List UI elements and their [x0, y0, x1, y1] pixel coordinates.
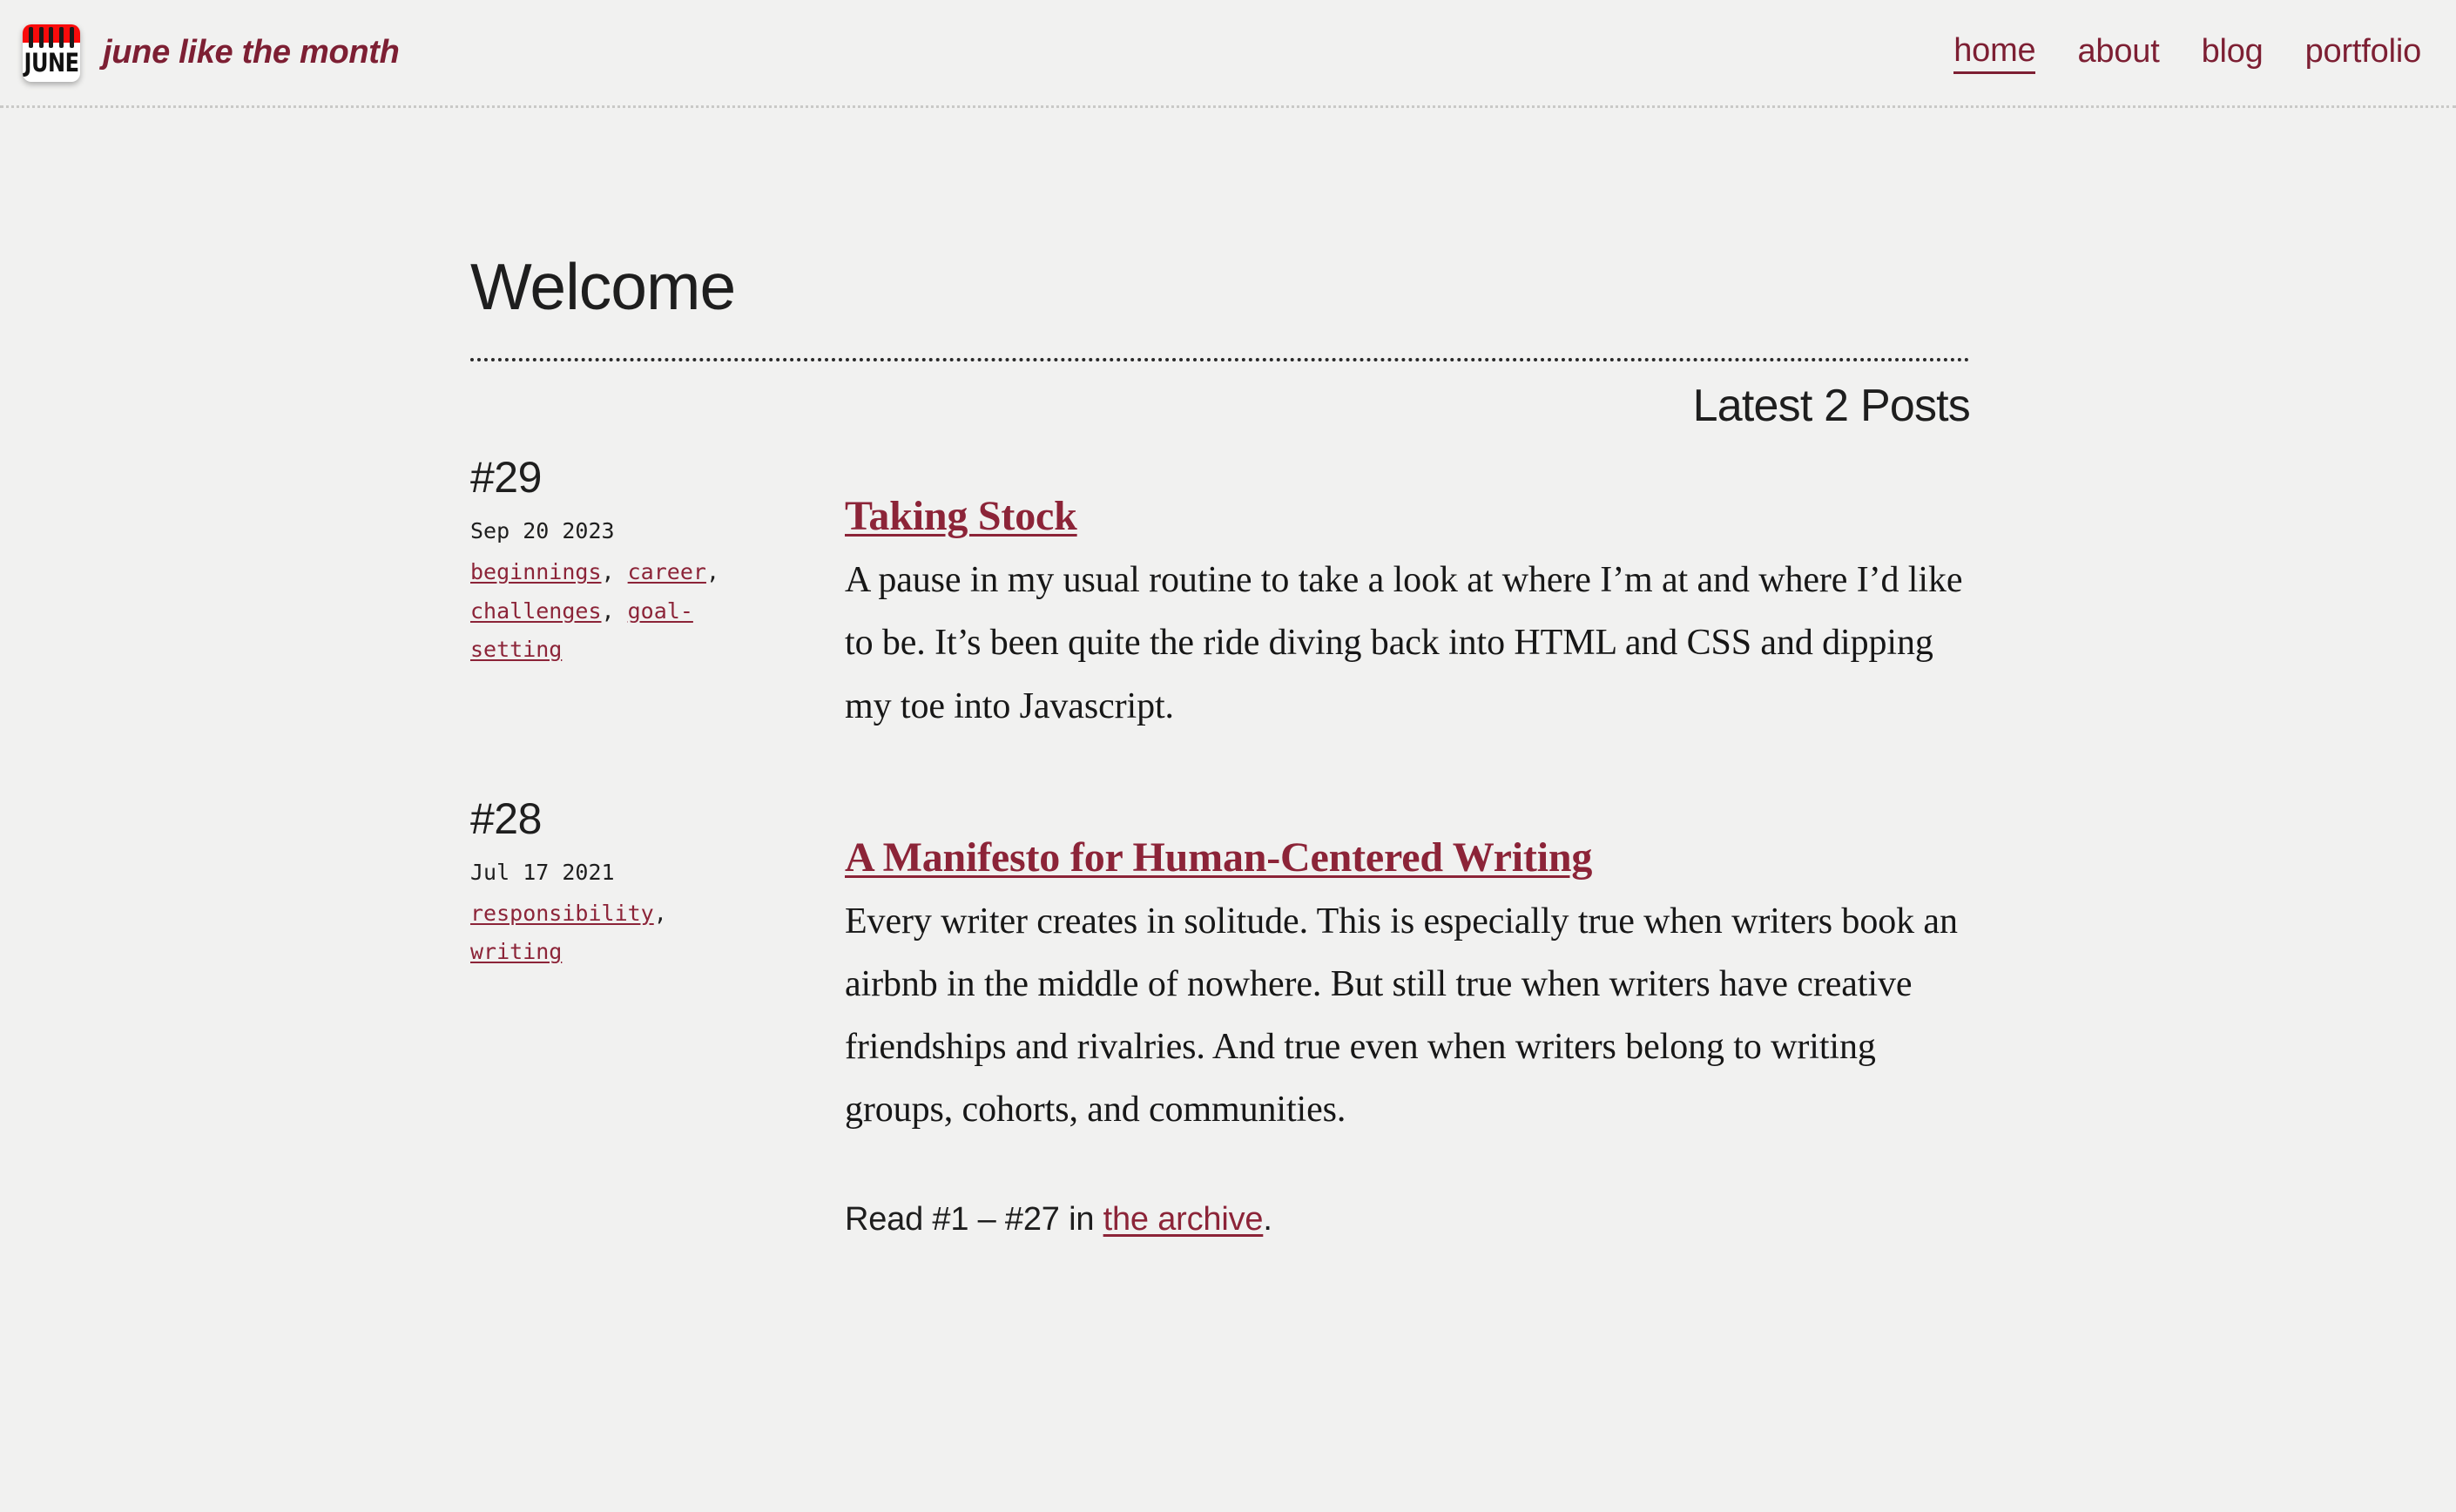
tag-link[interactable]: challenges [470, 598, 602, 624]
tag-separator: , [653, 900, 667, 926]
page-title: Welcome [470, 250, 736, 323]
site-header: JUNE june like the month home about blog… [0, 0, 2456, 108]
favicon-june-label: JUNE [24, 47, 79, 78]
brand-home-link[interactable]: JUNE june like the month [23, 24, 400, 82]
post-excerpt: A pause in my usual routine to take a lo… [845, 560, 1963, 726]
nav-item-about[interactable]: about [2077, 33, 2159, 72]
post-tags: responsibility, writing [470, 894, 758, 972]
nav-item-blog[interactable]: blog [2202, 33, 2264, 72]
latest-posts-heading: Latest 2 Posts [1692, 381, 1971, 431]
favicon-ring [70, 26, 75, 48]
archive-suffix: . [1263, 1200, 1272, 1238]
tag-separator: , [705, 559, 719, 585]
post-body: A Manifesto for Human-Centered Writing E… [845, 793, 1970, 1142]
post-meta: #29 Sep 20 2023 beginnings, career, chal… [470, 452, 845, 670]
post-tags: beginnings, career, challenges, goal-set… [470, 553, 758, 670]
post-title-link[interactable]: A Manifesto for Human-Centered Writing [845, 834, 1592, 881]
post-date: Jul 17 2021 [470, 859, 615, 885]
archive-line: Read #1 – #27 in the archive. [470, 1142, 1970, 1239]
post-title-link[interactable]: Taking Stock [845, 493, 1077, 539]
favicon-ring [38, 26, 44, 48]
post-item: #28 Jul 17 2021 responsibility, writing … [470, 793, 1970, 1142]
nav-item-portfolio[interactable]: portfolio [2305, 33, 2422, 72]
tag-separator: , [601, 597, 628, 624]
favicon-ring [49, 26, 54, 48]
post-item: #29 Sep 20 2023 beginnings, career, chal… [470, 452, 1970, 738]
calendar-favicon-icon: JUNE [23, 24, 80, 82]
post-date: Sep 20 2023 [470, 518, 615, 544]
tag-separator: , [601, 559, 628, 585]
tag-link[interactable]: beginnings [470, 559, 602, 584]
tag-link[interactable]: writing [470, 939, 562, 964]
post-body: Taking Stock A pause in my usual routine… [845, 452, 1970, 738]
post-number: #29 [470, 453, 542, 503]
post-meta: #28 Jul 17 2021 responsibility, writing [470, 793, 845, 972]
favicon-ring [28, 26, 33, 48]
post-title: A Manifesto for Human-Centered Writing [845, 834, 1970, 881]
favicon-ring [59, 26, 64, 48]
archive-prefix: Read #1 – #27 in [845, 1200, 1103, 1238]
post-excerpt: Every writer creates in solitude. This i… [845, 901, 1958, 1131]
post-title: Taking Stock [845, 493, 1970, 540]
site-title: june like the month [103, 34, 400, 71]
archive-link[interactable]: the archive [1103, 1201, 1264, 1238]
nav-item-home[interactable]: home [1953, 32, 2036, 74]
tag-link[interactable]: responsibility [470, 901, 654, 926]
main-content: Welcome Latest 2 Posts #29 Sep 20 2023 b… [470, 108, 1971, 1239]
tag-link[interactable]: career [628, 559, 706, 584]
post-number: #28 [470, 793, 542, 843]
main-nav: home about blog portfolio [1953, 32, 2433, 74]
